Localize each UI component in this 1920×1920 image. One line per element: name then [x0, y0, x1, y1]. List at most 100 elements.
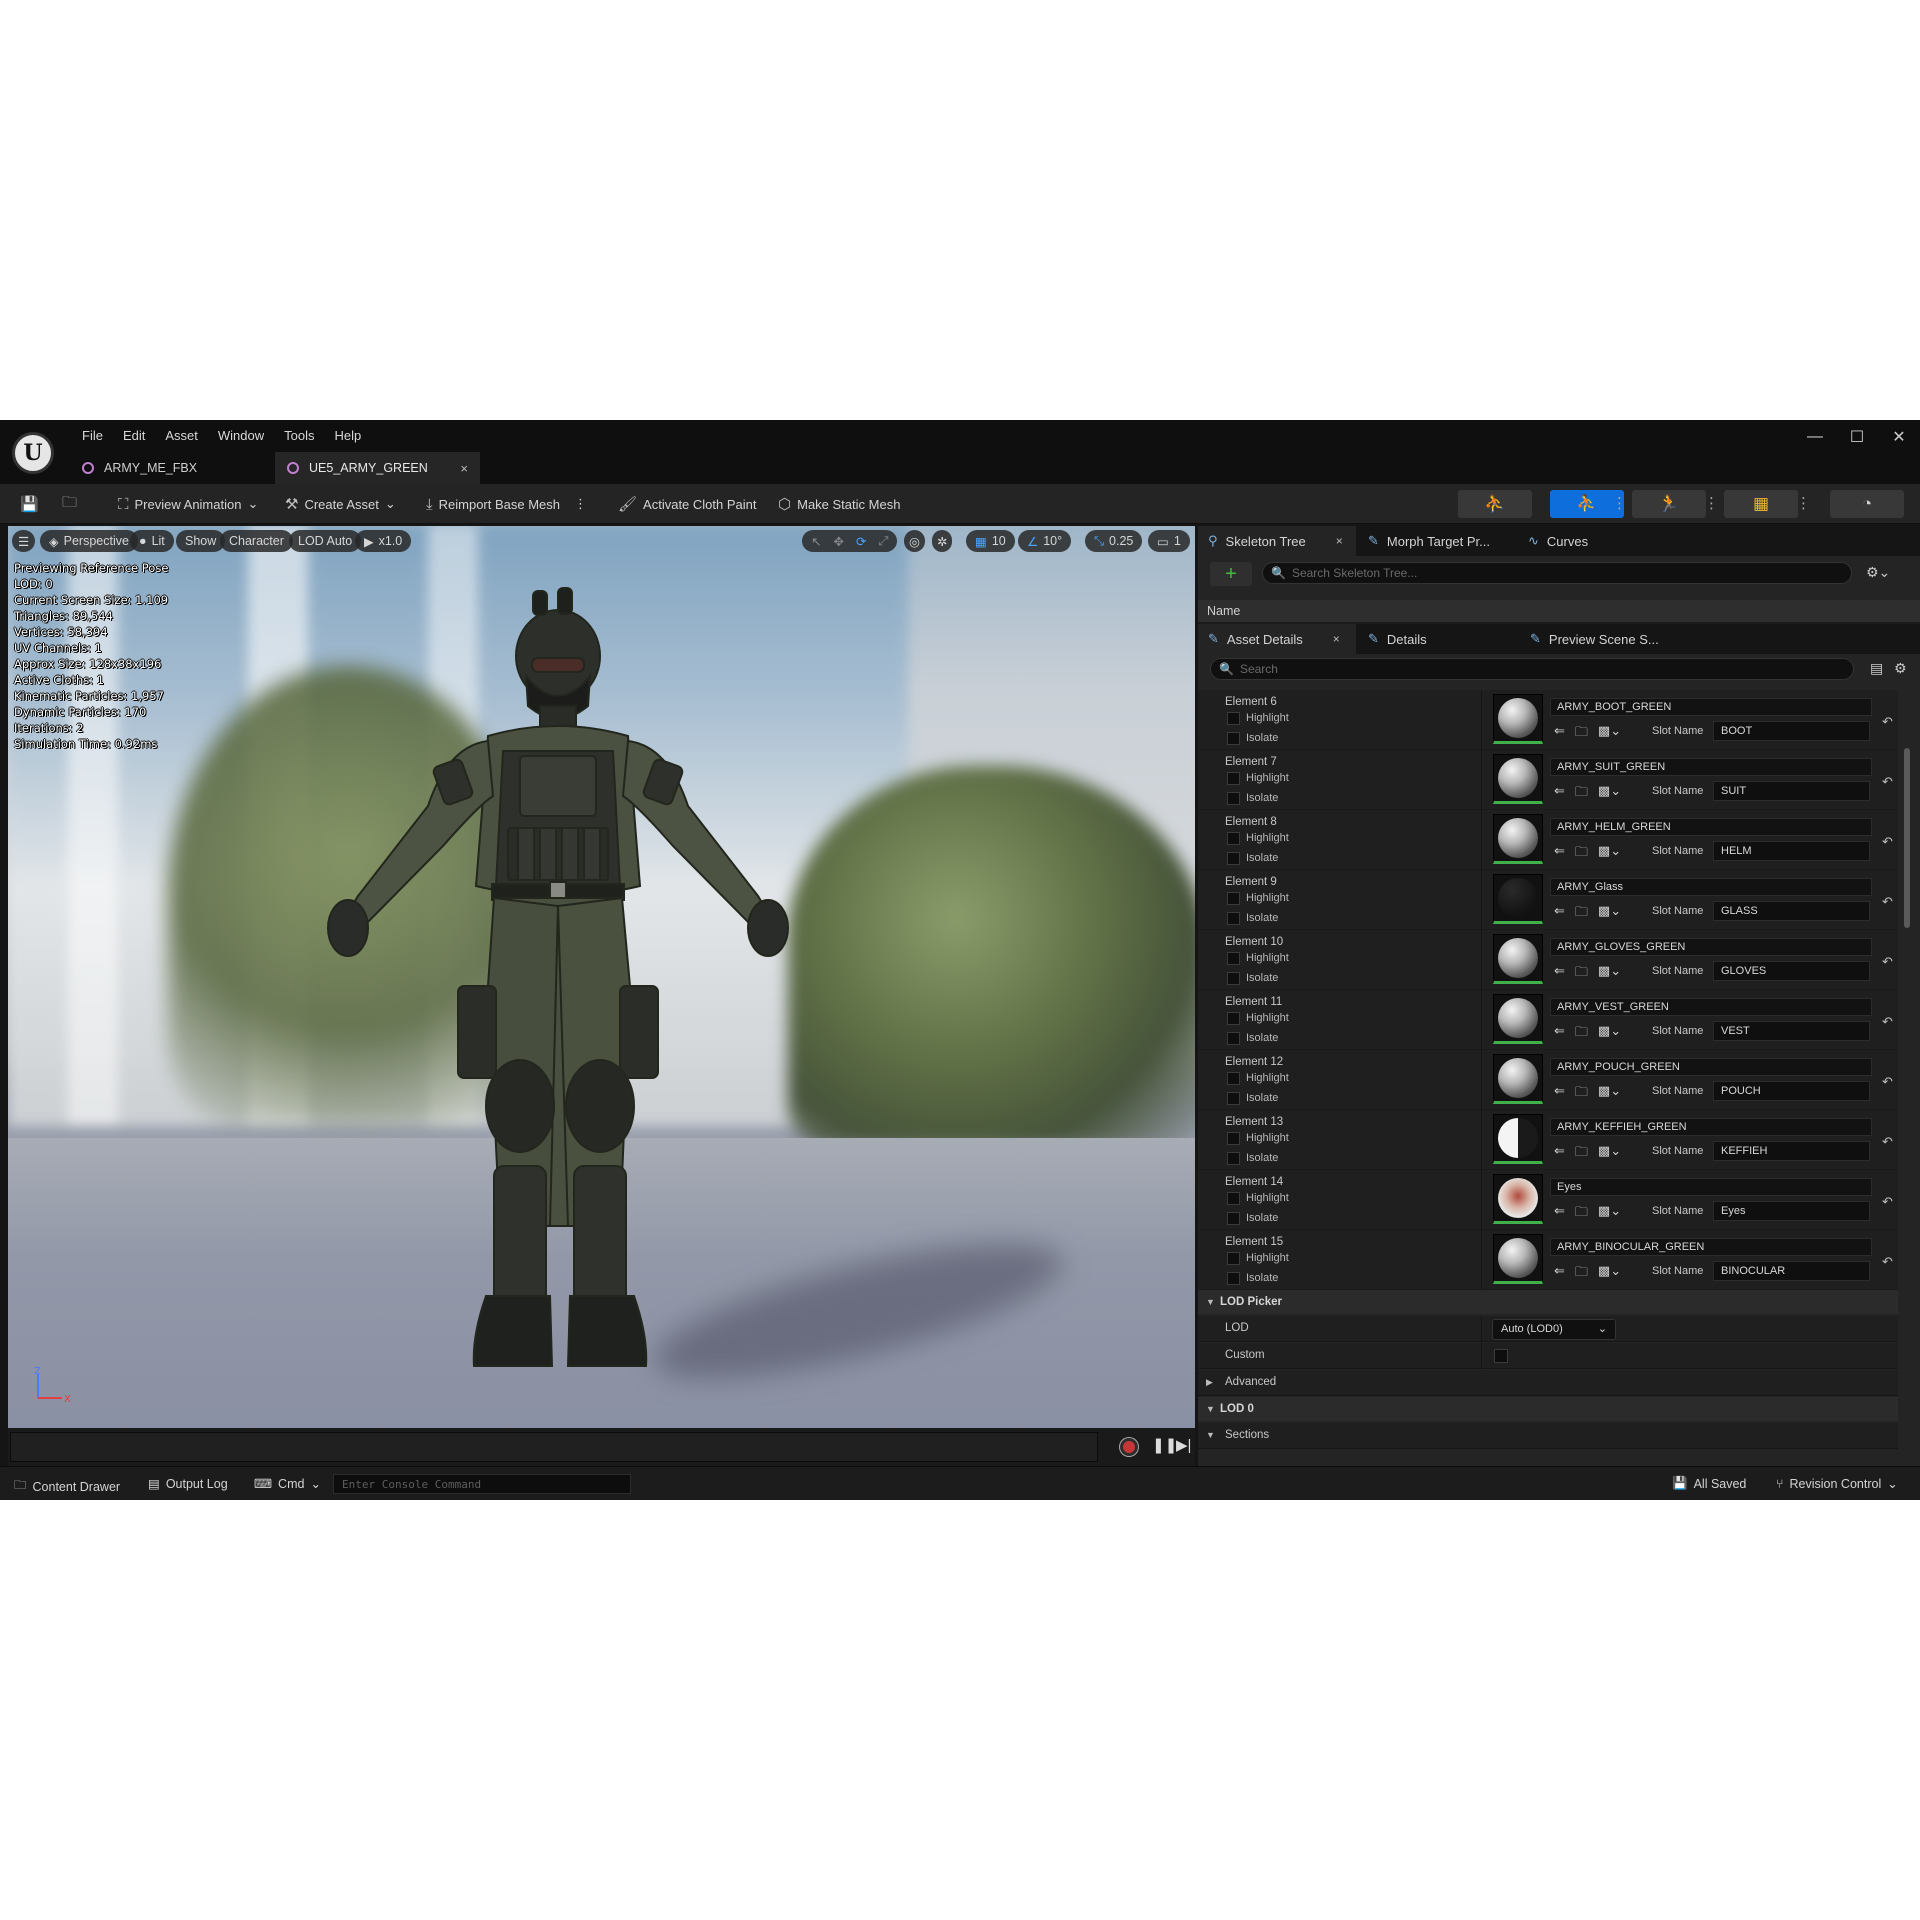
use-selected-icon[interactable]: ⇐	[1554, 963, 1565, 985]
slot-name-field[interactable]: BOOT	[1713, 721, 1870, 741]
material-name-dropdown[interactable]: ARMY_GLOVES_GREEN	[1550, 938, 1872, 956]
highlight-checkbox[interactable]	[1227, 1192, 1240, 1205]
checker-icon[interactable]: ▩⌄	[1598, 903, 1621, 925]
more-options-icon[interactable]: ⋮	[1796, 494, 1811, 512]
browse-icon[interactable]: 🗀	[1575, 843, 1588, 865]
isolate-checkbox[interactable]	[1227, 972, 1240, 985]
browse-icon[interactable]: 🗀	[1575, 723, 1588, 745]
material-thumbnail[interactable]	[1493, 754, 1543, 804]
material-thumbnail[interactable]	[1493, 874, 1543, 924]
lod-dropdown[interactable]: Auto (LOD0) ⌄	[1492, 1319, 1616, 1340]
blueprint-mode-button[interactable]: ▦	[1724, 490, 1798, 518]
playback-speed-button[interactable]: ▶ x1.0	[355, 530, 412, 552]
material-name-dropdown[interactable]: ARMY_KEFFIEH_GREEN	[1550, 1118, 1872, 1136]
advanced-row[interactable]: ▶ Advanced	[1198, 1370, 1898, 1396]
reset-to-default-icon[interactable]: ↶	[1882, 954, 1893, 970]
material-thumbnail[interactable]	[1493, 994, 1543, 1044]
material-name-dropdown[interactable]: ARMY_SUIT_GREEN	[1550, 758, 1872, 776]
checker-icon[interactable]: ▩⌄	[1598, 1263, 1621, 1285]
scale-snap-button[interactable]: ⤡ 0.25	[1085, 530, 1143, 552]
timeline-track[interactable]	[10, 1432, 1098, 1462]
more-options-icon[interactable]: ⋮	[1612, 494, 1627, 512]
lod-picker-section-header[interactable]: ▼ LOD Picker	[1198, 1290, 1898, 1314]
doc-tab-army-me-fbx[interactable]: ARMY_ME_FBX	[70, 452, 275, 484]
select-icon[interactable]: ↖	[811, 534, 821, 549]
show-button[interactable]: Show	[176, 530, 226, 552]
highlight-checkbox[interactable]	[1227, 1012, 1240, 1025]
character-button[interactable]: Character	[220, 530, 293, 552]
menu-help[interactable]: Help	[324, 426, 371, 445]
slot-name-field[interactable]: VEST	[1713, 1021, 1870, 1041]
close-window-icon[interactable]: ✕	[1878, 420, 1920, 454]
material-thumbnail[interactable]	[1493, 1234, 1543, 1284]
use-selected-icon[interactable]: ⇐	[1554, 1023, 1565, 1045]
skeleton-mode-button[interactable]: ⛹	[1458, 490, 1532, 518]
slot-name-field[interactable]: SUIT	[1713, 781, 1870, 801]
pause-icon[interactable]: ❚❚	[1152, 1436, 1177, 1454]
revision-control-button[interactable]: ⑂ Revision Control ⌄	[1776, 1476, 1898, 1492]
all-saved-button[interactable]: 💾 All Saved	[1672, 1476, 1746, 1491]
checker-icon[interactable]: ▩⌄	[1598, 1083, 1621, 1105]
tab-preview-scene-settings[interactable]: ✎ Preview Scene S...	[1520, 624, 1659, 654]
tab-details[interactable]: ✎ Details	[1358, 624, 1427, 654]
material-thumbnail[interactable]	[1493, 1174, 1543, 1224]
material-name-dropdown[interactable]: Eyes	[1550, 1178, 1872, 1196]
material-thumbnail[interactable]	[1493, 934, 1543, 984]
checker-icon[interactable]: ▩⌄	[1598, 1023, 1621, 1045]
scale-icon[interactable]: ⤢	[878, 534, 888, 549]
highlight-checkbox[interactable]	[1227, 1132, 1240, 1145]
unreal-logo-icon[interactable]: U	[12, 432, 54, 474]
slot-name-field[interactable]: GLASS	[1713, 901, 1870, 921]
reset-to-default-icon[interactable]: ↶	[1882, 1014, 1893, 1030]
reset-to-default-icon[interactable]: ↶	[1882, 1254, 1893, 1270]
tab-curves[interactable]: ∿ Curves	[1518, 526, 1588, 556]
slot-name-field[interactable]: KEFFIEH	[1713, 1141, 1870, 1161]
material-name-dropdown[interactable]: ARMY_HELM_GREEN	[1550, 818, 1872, 836]
highlight-checkbox[interactable]	[1227, 772, 1240, 785]
view-mode-lit-button[interactable]: ● Lit	[130, 530, 174, 552]
menu-window[interactable]: Window	[208, 426, 274, 445]
slot-name-field[interactable]: BINOCULAR	[1713, 1261, 1870, 1281]
gear-icon[interactable]: ⚙	[1894, 660, 1907, 677]
skeleton-name-column-header[interactable]: Name	[1198, 600, 1920, 622]
scrollbar[interactable]	[1904, 748, 1910, 928]
grid-snap-button[interactable]: ▦ 10	[966, 530, 1015, 552]
rotation-snap-button[interactable]: ∠ 10°	[1018, 530, 1072, 552]
checker-icon[interactable]: ▩⌄	[1598, 1143, 1621, 1165]
material-thumbnail[interactable]	[1493, 1114, 1543, 1164]
browse-icon[interactable]: 🗀	[1575, 1023, 1588, 1045]
make-static-mesh-button[interactable]: ⬡ Make Static Mesh	[778, 492, 900, 516]
use-selected-icon[interactable]: ⇐	[1554, 1263, 1565, 1285]
details-search-input[interactable]	[1239, 662, 1811, 676]
content-drawer-button[interactable]: 🗀 Content Drawer	[14, 1476, 120, 1497]
browse-icon[interactable]: 🗀	[1575, 903, 1588, 925]
material-name-dropdown[interactable]: ARMY_POUCH_GREEN	[1550, 1058, 1872, 1076]
lod0-section-header[interactable]: ▼ LOD 0	[1198, 1397, 1898, 1421]
create-asset-button[interactable]: ⚒ Create Asset ⌄	[285, 492, 396, 516]
preview-viewport[interactable]: ☰ ◈ Perspective ● Lit Show Character LOD…	[8, 526, 1195, 1428]
rotate-icon[interactable]: ⟳	[856, 534, 866, 549]
lod-auto-button[interactable]: LOD Auto	[289, 530, 362, 552]
material-thumbnail[interactable]	[1493, 1054, 1543, 1104]
table-view-icon[interactable]: ▤	[1870, 660, 1883, 677]
checker-icon[interactable]: ▩⌄	[1598, 723, 1621, 745]
isolate-checkbox[interactable]	[1227, 1152, 1240, 1165]
cmd-dropdown[interactable]: ⌨ Cmd ⌄	[254, 1476, 321, 1492]
use-selected-icon[interactable]: ⇐	[1554, 1083, 1565, 1105]
reset-to-default-icon[interactable]: ↶	[1882, 714, 1893, 730]
highlight-checkbox[interactable]	[1227, 832, 1240, 845]
highlight-checkbox[interactable]	[1227, 952, 1240, 965]
soldier-character-mesh[interactable]	[288, 566, 828, 1426]
highlight-checkbox[interactable]	[1227, 712, 1240, 725]
console-command-input[interactable]	[334, 1475, 630, 1493]
highlight-checkbox[interactable]	[1227, 1072, 1240, 1085]
material-name-dropdown[interactable]: ARMY_Glass	[1550, 878, 1872, 896]
skeleton-search-input[interactable]	[1291, 566, 1814, 580]
camera-speed-button[interactable]: ▭ 1	[1148, 530, 1190, 552]
checker-icon[interactable]: ▩⌄	[1598, 963, 1621, 985]
browse-icon[interactable]: 🗀	[1575, 1083, 1588, 1105]
tab-skeleton-tree[interactable]: ⚲ Skeleton Tree ×	[1198, 526, 1356, 556]
close-tab-icon[interactable]: ×	[460, 461, 468, 476]
material-thumbnail[interactable]	[1493, 694, 1543, 744]
menu-tools[interactable]: Tools	[274, 426, 324, 445]
